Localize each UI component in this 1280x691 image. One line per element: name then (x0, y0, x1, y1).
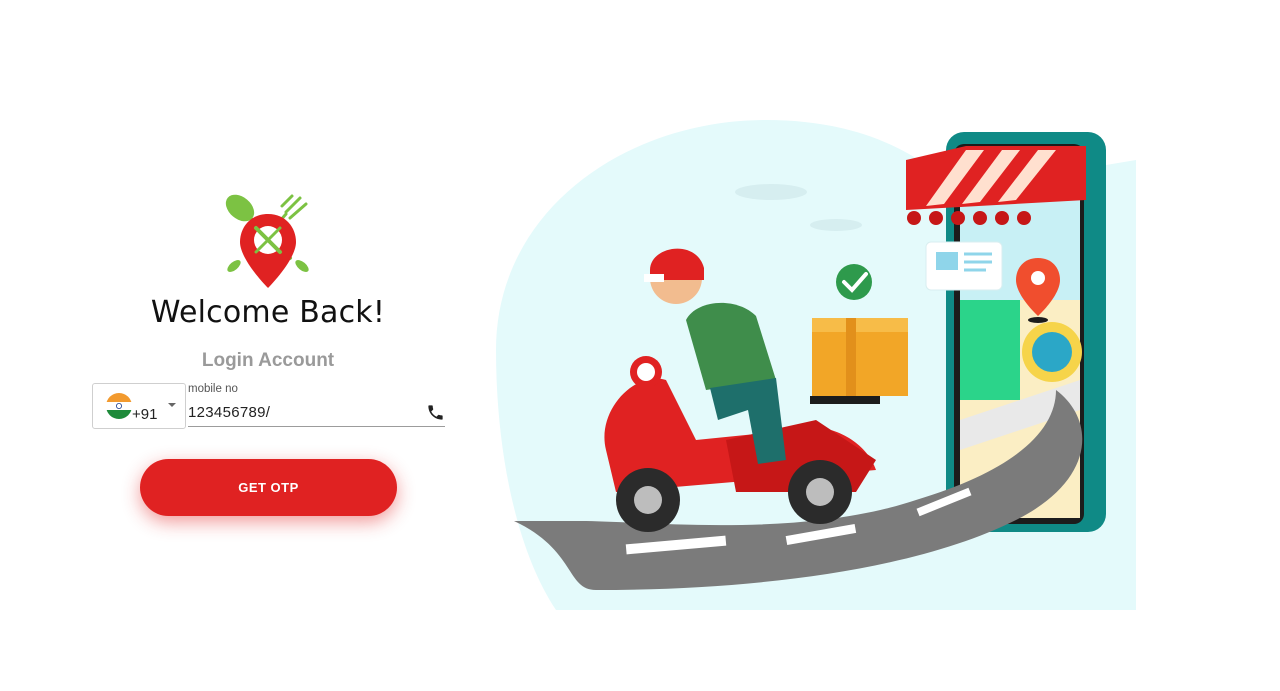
delivery-illustration (496, 120, 1136, 610)
dial-code: +91 (132, 406, 158, 423)
welcome-title: Welcome Back! (150, 295, 386, 330)
food-delivery-logo (225, 194, 309, 288)
country-code-select[interactable]: +91 (92, 383, 186, 429)
login-page: Welcome Back! Login Account +91 mobile n… (0, 0, 1280, 691)
mobile-label: mobile no (188, 383, 238, 395)
india-flag-icon (106, 393, 132, 419)
login-subtitle: Login Account (201, 350, 335, 371)
mobile-input[interactable] (188, 401, 413, 423)
get-otp-button[interactable]: GET OTP (140, 459, 397, 516)
mobile-field[interactable]: mobile no (188, 381, 445, 427)
chevron-down-icon[interactable] (165, 398, 179, 412)
phone-icon (428, 405, 443, 420)
